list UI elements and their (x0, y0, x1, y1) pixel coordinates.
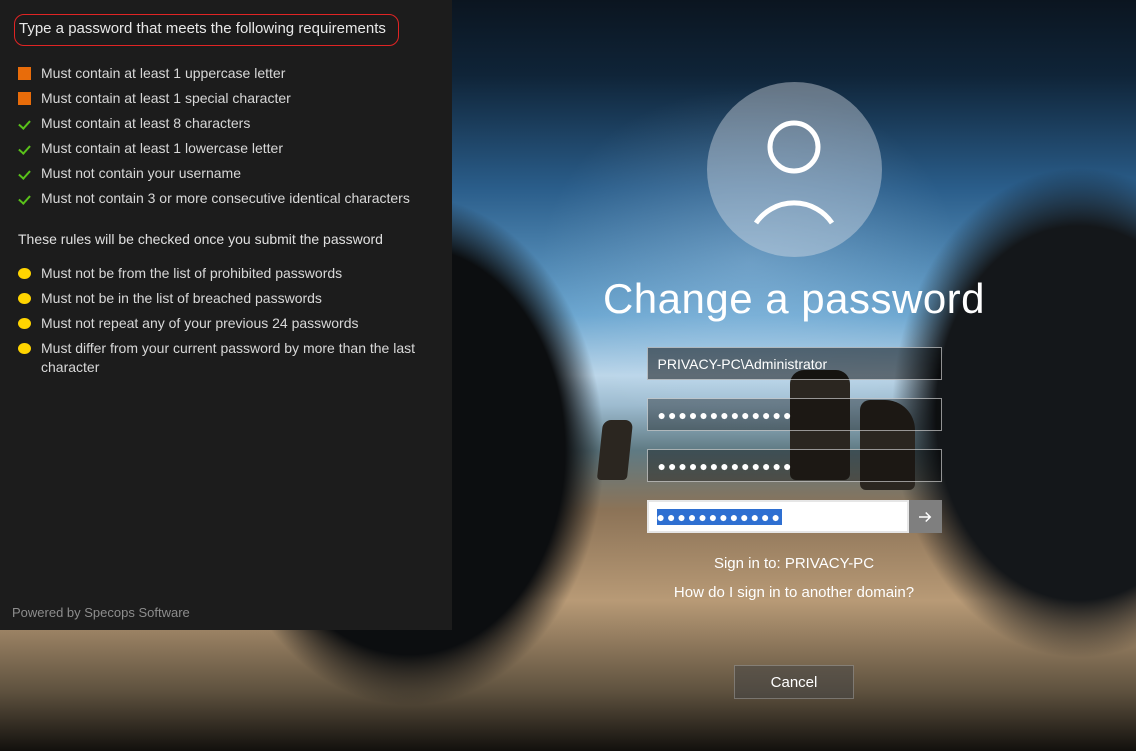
rule-item: Must contain at least 1 uppercase letter (18, 64, 434, 83)
rules-heading: Type a password that meets the following… (19, 20, 386, 37)
rule-item: Must not be in the list of breached pass… (18, 289, 434, 308)
rule-text: Must not contain your username (41, 164, 434, 183)
rule-item: Must not be from the list of prohibited … (18, 264, 434, 283)
checkmark-icon (18, 142, 31, 155)
new-password-field[interactable] (647, 449, 942, 482)
pending-dot-icon (18, 293, 31, 304)
pending-dot-icon (18, 318, 31, 329)
cancel-button[interactable]: Cancel (734, 665, 854, 699)
rule-item: Must not contain your username (18, 164, 434, 183)
rule-text: Must contain at least 8 characters (41, 114, 434, 133)
page-title: Change a password (603, 275, 985, 323)
checkmark-icon (18, 117, 31, 130)
rule-item: Must contain at least 8 characters (18, 114, 434, 133)
change-password-form: Change a password Sign in to: PRIVACY-PC… (452, 0, 1136, 751)
live-rules-list: Must contain at least 1 uppercase letter… (18, 64, 434, 207)
rules-heading-box: Type a password that meets the following… (14, 14, 399, 46)
rule-item: Must not repeat any of your previous 24 … (18, 314, 434, 333)
rule-text: Must differ from your current password b… (41, 339, 434, 377)
deferred-rules-note: These rules will be checked once you sub… (18, 230, 434, 249)
old-password-field[interactable] (647, 398, 942, 431)
rule-text: Must not contain 3 or more consecutive i… (41, 189, 434, 208)
submit-button[interactable] (909, 500, 942, 533)
rule-text: Must contain at least 1 uppercase letter (41, 64, 434, 83)
deferred-rules-list: Must not be from the list of prohibited … (18, 264, 434, 376)
sign-in-to-label: Sign in to: PRIVACY-PC (714, 555, 874, 572)
other-domain-link[interactable]: How do I sign in to another domain? (674, 584, 914, 601)
rule-item: Must differ from your current password b… (18, 339, 434, 377)
pending-dot-icon (18, 268, 31, 279)
confirm-password-field[interactable] (647, 500, 909, 533)
user-avatar (707, 82, 882, 257)
rule-text: Must not be in the list of breached pass… (41, 289, 434, 308)
rule-item: Must contain at least 1 special characte… (18, 89, 434, 108)
rule-text: Must contain at least 1 lowercase letter (41, 139, 434, 158)
arrow-right-icon (916, 508, 934, 526)
rule-text: Must not be from the list of prohibited … (41, 264, 434, 283)
rule-item: Must contain at least 1 lowercase letter (18, 139, 434, 158)
square-fail-icon (18, 67, 31, 80)
checkmark-icon (18, 192, 31, 205)
square-fail-icon (18, 92, 31, 105)
confirm-password-row (647, 500, 942, 533)
password-rules-panel: Type a password that meets the following… (0, 0, 452, 630)
powered-by-label: Powered by Specops Software (12, 604, 190, 622)
checkmark-icon (18, 167, 31, 180)
rule-item: Must not contain 3 or more consecutive i… (18, 189, 434, 208)
pending-dot-icon (18, 343, 31, 354)
rule-text: Must contain at least 1 special characte… (41, 89, 434, 108)
rule-text: Must not repeat any of your previous 24 … (41, 314, 434, 333)
user-icon (744, 115, 844, 225)
username-field[interactable] (647, 347, 942, 380)
